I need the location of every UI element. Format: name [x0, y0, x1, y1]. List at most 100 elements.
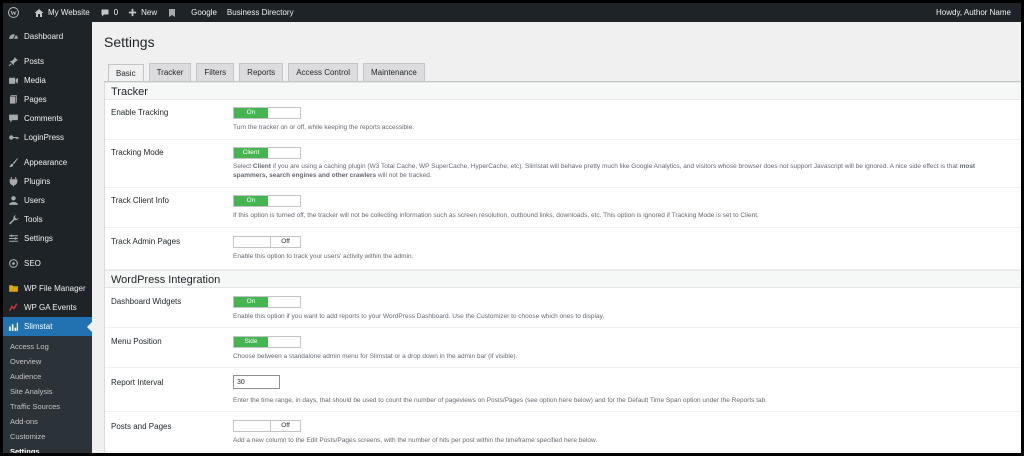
setting-row-dashboard-widgets: Dashboard Widgets On Enable this option … — [105, 288, 1021, 328]
svg-text:W: W — [10, 10, 17, 17]
settings-sliders-icon — [7, 233, 19, 245]
sidebar-label: Users — [24, 196, 45, 205]
plugin-logo-link[interactable] — [162, 3, 186, 22]
new-label: New — [141, 8, 158, 17]
submenu-item-traffic-sources[interactable]: Traffic Sources — [3, 399, 92, 414]
toggle-side-state: Side — [234, 337, 268, 347]
sidebar-label: LoginPress — [24, 133, 65, 142]
business-directory-label: Business Directory — [226, 8, 294, 17]
submenu-item-audience[interactable]: Audience — [3, 369, 92, 384]
toggle-client-state: Client — [234, 148, 268, 158]
wordpress-logo-menu[interactable]: W — [3, 3, 29, 22]
ga-events-icon — [7, 302, 19, 314]
comments-link[interactable]: 0 — [95, 3, 123, 22]
setting-label: Posts and Pages — [111, 422, 172, 431]
sidebar-label: Posts — [24, 57, 45, 66]
setting-description: Add a new column to the Edit Posts/Pages… — [233, 437, 598, 444]
setting-description: Enable this option to track your users' … — [233, 253, 414, 260]
folder-icon — [7, 283, 19, 295]
submenu-item-add-ons[interactable]: Add-ons — [3, 414, 92, 429]
wordpress-logo-icon: W — [8, 7, 19, 18]
sidebar-item-dashboard[interactable]: Dashboard — [3, 27, 92, 46]
main-content: Settings Basic Tracker Filters Reports A… — [92, 22, 1021, 453]
sidebar-label: Settings — [24, 234, 53, 243]
sidebar-label: Slimstat — [24, 322, 53, 331]
sidebar-item-media[interactable]: Media — [3, 71, 92, 90]
tab-maintenance[interactable]: Maintenance — [362, 63, 425, 82]
tab-filters[interactable]: Filters — [196, 63, 235, 82]
setting-label: Track Admin Pages — [111, 237, 181, 246]
wp-admin-window: W My Website 0 New Google Business Direc… — [3, 3, 1021, 453]
posts-and-pages-toggle[interactable]: Off — [233, 420, 301, 432]
setting-row-tracking-mode: Tracking Mode Client Select Client if yo… — [105, 140, 1021, 188]
seo-plugin-icon — [7, 258, 19, 270]
sidebar-label: Pages — [24, 95, 47, 104]
business-directory-link[interactable]: Business Directory — [222, 3, 299, 22]
sidebar-label: Appearance — [24, 158, 68, 167]
tab-tracker[interactable]: Tracker — [148, 63, 192, 82]
sidebar-item-settings[interactable]: Settings — [3, 229, 92, 248]
setting-label: Report Interval — [111, 378, 164, 387]
toggle-on-state: On — [234, 196, 268, 206]
settings-tabs: Basic Tracker Filters Reports Access Con… — [108, 63, 430, 83]
setting-description: Turn the tracker on or off, while keepin… — [233, 124, 415, 131]
sidebar-item-pages[interactable]: Pages — [3, 90, 92, 109]
submenu-item-site-analysis[interactable]: Site Analysis — [3, 384, 92, 399]
report-interval-input[interactable] — [233, 375, 280, 389]
dashboard-widgets-toggle[interactable]: On — [233, 296, 301, 308]
submenu-item-overview[interactable]: Overview — [3, 354, 92, 369]
tracking-mode-toggle[interactable]: Client — [233, 147, 301, 159]
setting-row-enable-tracking: Enable Tracking On Turn the tracker on o… — [105, 100, 1021, 140]
sidebar-item-posts[interactable]: Posts — [3, 52, 92, 71]
sidebar-item-wp-ga-events[interactable]: WP GA Events — [3, 298, 92, 317]
setting-label: Dashboard Widgets — [111, 297, 182, 306]
sidebar-label: Comments — [24, 114, 63, 123]
site-name-link[interactable]: My Website — [29, 3, 95, 22]
plugin-shield-icon — [169, 8, 176, 17]
google-link[interactable]: Google — [186, 3, 222, 22]
sidebar-item-comments[interactable]: Comments — [3, 109, 92, 128]
screenshot-frame: W My Website 0 New Google Business Direc… — [0, 0, 1024, 456]
toggle-on-state: On — [234, 297, 268, 307]
my-account-menu[interactable]: Howdy, Author Name — [931, 3, 1021, 22]
track-admin-pages-toggle[interactable]: Off — [233, 236, 301, 248]
plug-icon — [7, 176, 19, 188]
pushpin-icon — [7, 56, 19, 68]
key-icon — [7, 132, 19, 144]
setting-label: Menu Position — [111, 337, 162, 346]
howdy-text: Howdy, Author Name — [936, 8, 1011, 17]
menu-position-toggle[interactable]: Side — [233, 336, 301, 348]
settings-table: Tracker Enable Tracking On Turn the trac… — [104, 82, 1021, 453]
sidebar-label: SEO — [24, 259, 41, 268]
sidebar-label: Tools — [24, 215, 43, 224]
sidebar-item-users[interactable]: Users — [3, 191, 92, 210]
new-content-link[interactable]: New — [123, 3, 162, 22]
slimstat-submenu: Access Log Overview Audience Site Analys… — [3, 336, 92, 453]
submenu-item-customize[interactable]: Customize — [3, 429, 92, 444]
setting-row-track-client-info: Track Client Info On If this option is t… — [105, 188, 1021, 228]
sidebar-item-tools[interactable]: Tools — [3, 210, 92, 229]
sidebar-item-slimstat[interactable]: Slimstat — [3, 317, 92, 336]
sidebar-item-loginpress[interactable]: LoginPress — [3, 128, 92, 147]
sidebar-item-seo[interactable]: SEO — [3, 254, 92, 273]
wrench-icon — [7, 214, 19, 226]
submenu-item-access-log[interactable]: Access Log — [3, 339, 92, 354]
toggle-off-state: Off — [270, 421, 300, 431]
track-client-info-toggle[interactable]: On — [233, 195, 301, 207]
sidebar-label: Media — [24, 76, 46, 85]
tab-reports[interactable]: Reports — [239, 63, 284, 82]
tab-access-control[interactable]: Access Control — [288, 63, 358, 82]
setting-row-track-admin-pages: Track Admin Pages Off Enable this option… — [105, 228, 1021, 270]
comments-icon — [7, 113, 19, 125]
setting-label: Track Client Info — [111, 196, 169, 205]
submenu-item-settings[interactable]: Settings — [3, 444, 92, 453]
section-header-wordpress-integration: WordPress Integration — [105, 270, 1021, 288]
setting-row-menu-position: Menu Position Side Choose between a stan… — [105, 328, 1021, 368]
enable-tracking-toggle[interactable]: On — [233, 107, 301, 119]
setting-label: Tracking Mode — [111, 148, 164, 157]
admin-bar: W My Website 0 New Google Business Direc… — [3, 3, 1021, 22]
sidebar-item-plugins[interactable]: Plugins — [3, 172, 92, 191]
google-label: Google — [191, 8, 217, 17]
sidebar-item-wp-file-manager[interactable]: WP File Manager — [3, 279, 92, 298]
sidebar-item-appearance[interactable]: Appearance — [3, 153, 92, 172]
